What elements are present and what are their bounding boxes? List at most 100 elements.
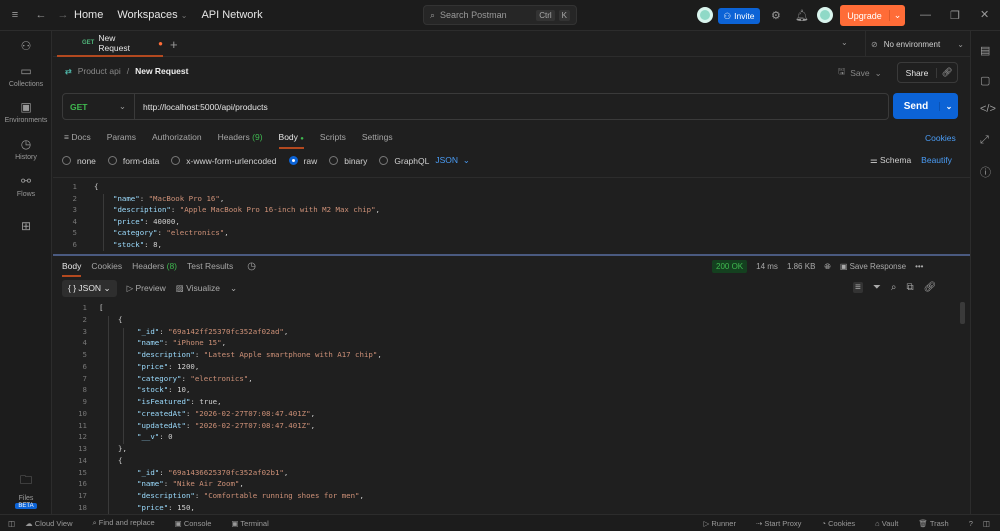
json-value: "iPhone 15" — [173, 338, 222, 347]
chevron-down-icon[interactable]: ⌄ — [230, 283, 237, 294]
tab-docs[interactable]: ≡ Docs — [64, 132, 91, 149]
status-badge[interactable]: 200 OK — [712, 260, 747, 273]
search-icon[interactable]: ⌕ — [891, 282, 897, 293]
tab-params[interactable]: Params — [107, 132, 136, 149]
docs-icon[interactable]: ▤ — [980, 44, 990, 57]
tab-headers[interactable]: Headers (9) — [218, 132, 263, 149]
chevron-down-icon[interactable]: ⌄ — [875, 68, 882, 79]
team-avatar[interactable] — [697, 7, 713, 23]
menu-icon[interactable]: ≡ — [0, 9, 30, 21]
radio-form-data[interactable]: form-data — [108, 156, 159, 166]
bell-icon[interactable]: 🔔︎ — [795, 9, 809, 22]
terminal-button[interactable]: ▣ Terminal — [231, 519, 278, 528]
more-options-icon[interactable]: ••• — [915, 262, 923, 271]
toggle-sidebar-icon[interactable]: ◫ — [8, 519, 15, 528]
nav-home[interactable]: Home — [74, 9, 103, 21]
chevron-down-icon[interactable]: ⌄ — [889, 10, 905, 21]
json-punct: , — [360, 491, 364, 500]
sidebar-item-collections[interactable]: ▭Collections — [0, 64, 52, 88]
radio-raw[interactable]: raw — [289, 156, 318, 166]
sidebar-item-add[interactable]: ⊞ — [0, 219, 52, 236]
code-icon[interactable]: </> — [980, 103, 996, 115]
trash-button[interactable]: 🗑︎ Trash — [918, 519, 958, 528]
help-icon[interactable]: ? — [969, 519, 973, 528]
nav-workspaces[interactable]: Workspaces ⌄ — [117, 9, 187, 21]
sidebar-item-environments[interactable]: ▣Environments — [0, 100, 52, 124]
chevron-down-icon[interactable]: ⌄ — [939, 102, 958, 111]
cookies-link[interactable]: Cookies — [925, 133, 956, 143]
vault-button[interactable]: ⌂ Vault — [875, 519, 908, 528]
save-button[interactable]: 🖫︎Save⌄ — [838, 66, 882, 80]
radio-binary[interactable]: binary — [329, 156, 367, 166]
back-icon[interactable]: ← — [30, 9, 52, 21]
runner-button[interactable]: ▷ Runner — [704, 519, 746, 528]
radio-urlencoded[interactable]: x-www-form-urlencoded — [171, 156, 276, 166]
tab-body[interactable]: Body ● — [279, 132, 304, 149]
invite-button[interactable]: ⚇Invite — [718, 8, 760, 24]
cookies-button[interactable]: ◔ Cookies — [821, 519, 865, 528]
info-icon[interactable]: ⓘ — [980, 164, 991, 180]
start-proxy-button[interactable]: ⇢ Start Proxy — [756, 519, 811, 528]
forward-icon[interactable]: → — [52, 9, 74, 21]
minimize-icon[interactable]: — — [920, 9, 931, 21]
scrollbar[interactable] — [960, 302, 965, 324]
sidebar-item-flows[interactable]: ⚯Flows — [0, 174, 52, 198]
radio-graphql[interactable]: GraphQL — [379, 156, 429, 166]
json-punct: { — [94, 182, 98, 191]
tabs-dropdown-icon[interactable]: ⌄ — [841, 38, 848, 47]
find-replace-button[interactable]: ⌕ Find and replace — [93, 518, 165, 528]
status-label: Find and replace — [99, 518, 155, 527]
response-body-viewer[interactable]: 1[2{3"_id": "69a142ff25370fc352af02ad",4… — [53, 302, 970, 514]
sidebar-item-team[interactable]: ⚇ — [0, 39, 52, 56]
schema-button[interactable]: ⚌ Schema — [870, 155, 911, 166]
tab-response-body[interactable]: Body — [62, 261, 81, 277]
response-time[interactable]: 14 ms — [756, 262, 778, 271]
response-format-select[interactable]: { } JSON ⌄ — [62, 280, 117, 297]
tab-test-results[interactable]: Test Results — [187, 261, 233, 277]
link-icon[interactable]: 🔗︎ — [937, 67, 957, 78]
tab-response-headers[interactable]: Headers (8) — [132, 261, 177, 277]
comments-icon[interactable]: ▢ — [980, 74, 990, 87]
globe-icon[interactable]: 🌐︎ — [824, 262, 830, 272]
nav-api-network[interactable]: API Network — [201, 9, 262, 21]
sidebar-item-history[interactable]: ◷History — [0, 137, 52, 161]
preview-button[interactable]: ▷ Preview — [127, 283, 166, 294]
tab-authorization[interactable]: Authorization — [152, 132, 202, 149]
link-icon[interactable]: 🔗︎ — [924, 282, 937, 293]
search-input[interactable]: ⌕ Search Postman CtrlK — [423, 5, 577, 25]
share-button[interactable]: Share — [898, 68, 937, 78]
beautify-link[interactable]: Beautify — [921, 155, 952, 166]
url-input[interactable]: http://localhost:5000/api/products — [135, 102, 268, 112]
related-icon[interactable]: ⤢ — [980, 134, 989, 147]
copy-icon[interactable]: ⧉ — [906, 282, 913, 293]
close-icon[interactable]: ✕ — [980, 8, 989, 21]
pane-divider[interactable] — [53, 254, 970, 256]
gear-icon[interactable]: ⚙ — [771, 9, 781, 22]
wrap-lines-icon[interactable]: ≡ — [853, 282, 863, 293]
upgrade-button[interactable]: Upgrade⌄ — [840, 5, 905, 26]
new-tab-plus-icon[interactable]: + — [170, 37, 178, 52]
tab-new-request[interactable]: GET New Request ● — [57, 31, 163, 57]
response-size[interactable]: 1.86 KB — [787, 262, 815, 271]
layout-icon[interactable]: ◫ — [983, 519, 990, 528]
tab-response-cookies[interactable]: Cookies — [91, 261, 122, 277]
save-response-button[interactable]: ▣ Save Response — [840, 262, 906, 271]
breadcrumb-collection[interactable]: Product api — [78, 66, 121, 76]
format-select[interactable]: JSON ⌄ — [435, 155, 470, 166]
method-select[interactable]: GET⌄ — [63, 94, 135, 119]
tab-settings[interactable]: Settings — [362, 132, 393, 149]
console-button[interactable]: ▣ Console — [175, 519, 222, 528]
breadcrumb-request[interactable]: New Request — [135, 66, 188, 76]
environment-select[interactable]: ⊘No environment⌄ — [865, 31, 970, 57]
maximize-icon[interactable]: ❐ — [950, 9, 960, 22]
history-icon[interactable]: ◷ — [247, 261, 256, 277]
tab-scripts[interactable]: Scripts — [320, 132, 346, 149]
filter-icon[interactable]: ⏷ — [873, 282, 881, 293]
sidebar-item-files[interactable]: 🗀︎FilesBETA — [0, 471, 52, 509]
visualize-button[interactable]: ▨ Visualize — [176, 283, 220, 294]
cloud-view-button[interactable]: ☁ Cloud View — [25, 519, 82, 528]
request-body-editor[interactable]: 1{2"name": "MacBook Pro 16",3"descriptio… — [53, 177, 970, 251]
send-button[interactable]: Send⌄ — [893, 93, 958, 119]
radio-none[interactable]: none — [62, 156, 96, 166]
user-avatar[interactable] — [817, 7, 833, 23]
